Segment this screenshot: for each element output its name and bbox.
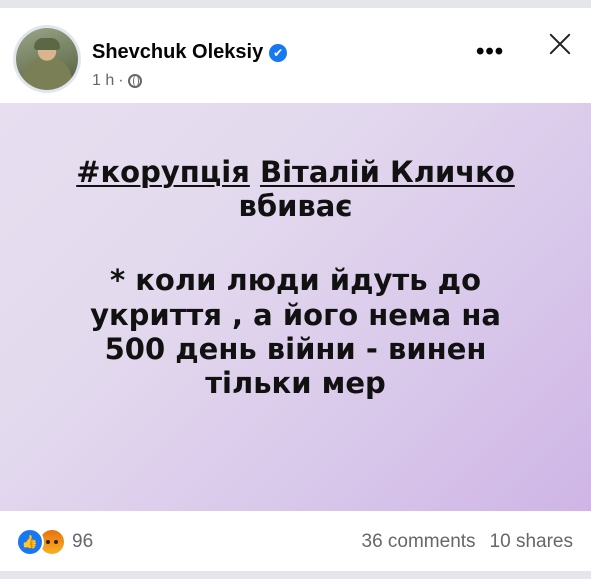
avatar[interactable] [16, 28, 78, 90]
post-header: Shevchuk Oleksiy ✔ 1 h · ••• [0, 8, 591, 103]
post-line-3: * коли люди йдуть до [109, 263, 482, 298]
author-name[interactable]: Shevchuk Oleksiy [92, 41, 263, 64]
post-gap [20, 223, 571, 263]
verified-icon: ✔ [269, 43, 288, 62]
post-line-6: тільки мер [205, 366, 386, 401]
post-line-5: 500 день війни - винен [104, 331, 487, 366]
post-text: #корупція Віталій Кличко вбиває * коли л… [20, 155, 571, 400]
reactions-summary[interactable]: 👍 96 [16, 528, 93, 556]
meta-separator: · [118, 72, 124, 89]
more-options-icon[interactable]: ••• [476, 38, 504, 66]
post-footer: 👍 96 36 comments 10 shares [0, 511, 591, 571]
comments-count[interactable]: 36 comments [362, 531, 476, 553]
avatar-cap [34, 38, 60, 50]
bottom-separator [0, 571, 591, 579]
shares-count[interactable]: 10 shares [490, 531, 573, 553]
top-separator [0, 0, 591, 8]
post-meta: 1 h · [92, 72, 142, 90]
post-line-4: укриття , а його нема на [90, 297, 501, 332]
post-line-2: вбиває [238, 189, 353, 224]
reaction-count: 96 [72, 531, 94, 552]
post-stats: 36 comments 10 shares [362, 531, 574, 553]
post-content: #корупція Віталій Кличко вбиває * коли л… [0, 103, 591, 511]
like-reaction-icon: 👍 [16, 528, 44, 556]
mention-link[interactable]: Віталій Кличко [260, 155, 515, 189]
globe-icon [127, 74, 142, 88]
hashtag-link[interactable]: #корупція [76, 155, 250, 189]
close-icon[interactable] [545, 28, 575, 58]
post-line-1: #корупція Віталій Кличко [20, 155, 571, 189]
author-row: Shevchuk Oleksiy ✔ [92, 41, 288, 64]
post-time[interactable]: 1 h [92, 72, 114, 90]
